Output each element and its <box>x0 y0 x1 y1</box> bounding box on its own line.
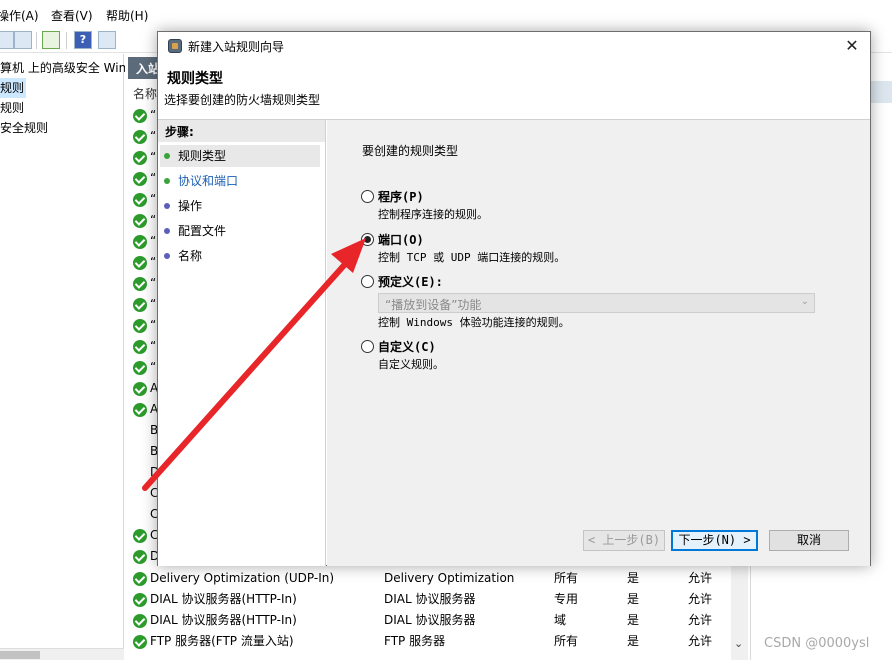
watermark: CSDN @0000ysl <box>764 636 870 651</box>
arrow-shaft <box>142 259 350 491</box>
annotation-arrow <box>142 238 366 491</box>
arrow-head <box>331 238 366 273</box>
